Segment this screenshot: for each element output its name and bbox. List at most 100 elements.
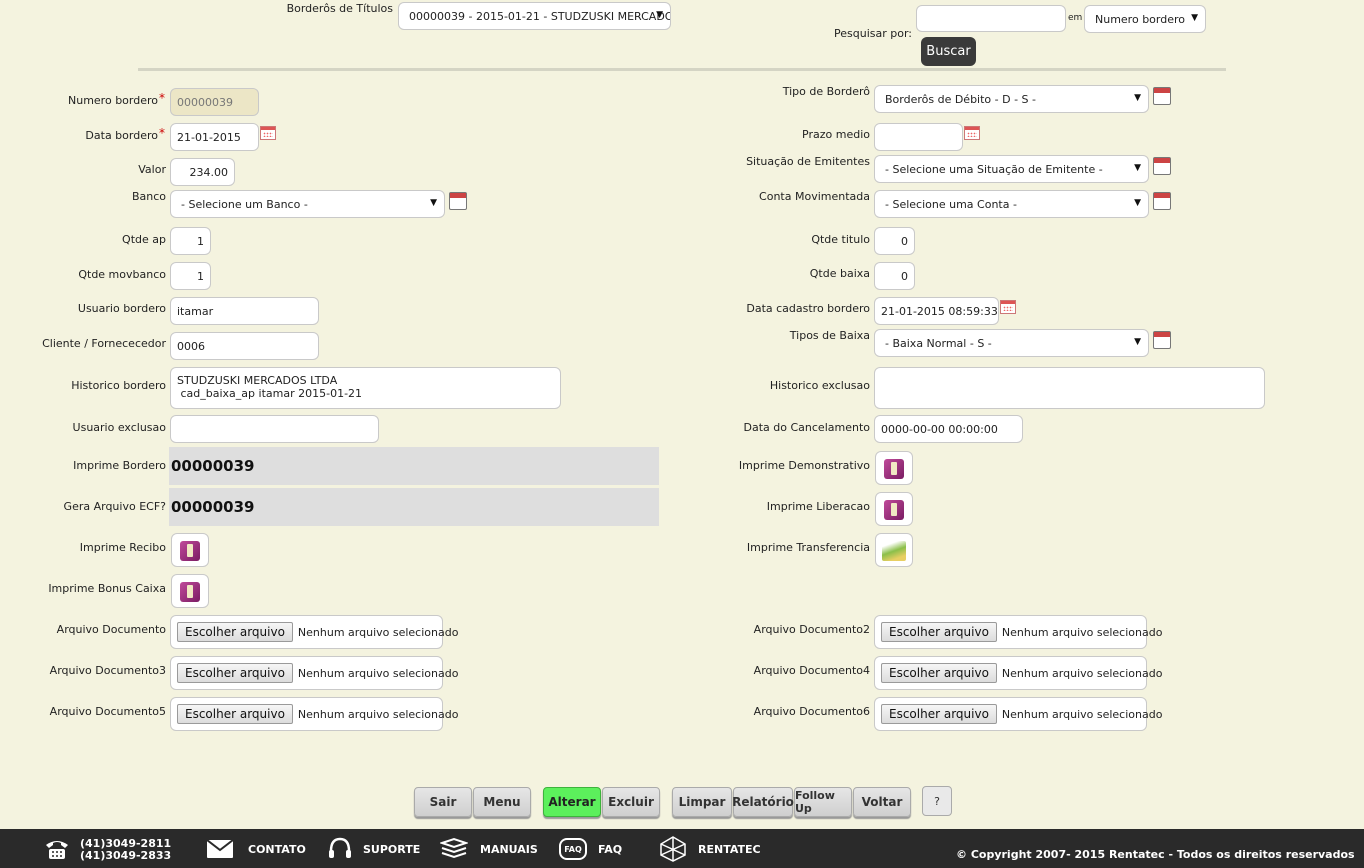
calendar-icon[interactable] xyxy=(1000,300,1016,314)
tipo-bordero-value: Borderôs de Débito - D - S - xyxy=(885,92,1037,106)
arquivo-documento4-input[interactable]: Escolher arquivo Nenhum arquivo selecion… xyxy=(874,656,1162,690)
conta-movimentada-select[interactable]: - Selecione uma Conta - ▼ xyxy=(874,190,1149,218)
pesquisar-label: Pesquisar por: xyxy=(834,27,912,40)
prazo-medio-label: Prazo medio xyxy=(802,128,870,141)
no-file-text: Nenhum arquivo selecionado xyxy=(297,666,459,680)
choose-file-button[interactable]: Escolher arquivo xyxy=(881,663,997,683)
chevron-down-icon: ▼ xyxy=(1134,93,1141,103)
valor-field[interactable]: 234.00 xyxy=(170,158,235,186)
situacao-emitentes-select[interactable]: - Selecione uma Situação de Emitente - ▼ xyxy=(874,155,1149,183)
follow-up-button[interactable]: Follow Up xyxy=(794,787,852,817)
imprime-bordero-value: 00000039 xyxy=(171,457,255,475)
qtde-titulo-label: Qtde titulo xyxy=(811,233,870,246)
alterar-button[interactable]: Alterar xyxy=(543,787,601,817)
limpar-button[interactable]: Limpar xyxy=(672,787,732,817)
suporte-link[interactable]: SUPORTE xyxy=(363,843,420,856)
conta-movimentada-label: Conta Movimentada xyxy=(759,190,870,203)
chevron-down-icon: ▼ xyxy=(430,198,437,208)
qtde-movbanco-field[interactable]: 1 xyxy=(170,262,211,290)
chevron-down-icon: ▼ xyxy=(1191,13,1198,23)
required-mark: * xyxy=(159,91,165,105)
imprime-bonus-caixa-label: Imprime Bonus Caixa xyxy=(48,582,166,595)
choose-file-button[interactable]: Escolher arquivo xyxy=(177,622,293,642)
usuario-bordero-label: Usuario bordero xyxy=(77,302,166,315)
imprime-bordero-link[interactable]: 00000039 xyxy=(169,447,659,485)
faq-link[interactable]: FAQ xyxy=(598,843,622,856)
tipos-baixa-select[interactable]: - Baixa Normal - S - ▼ xyxy=(874,329,1149,357)
choose-file-button[interactable]: Escolher arquivo xyxy=(177,663,293,683)
arquivo-documento2-input[interactable]: Escolher arquivo Nenhum arquivo selecion… xyxy=(874,615,1162,649)
register-icon[interactable] xyxy=(1153,87,1171,105)
historico-bordero-label: Historico bordero xyxy=(71,379,166,392)
imprime-recibo-button[interactable] xyxy=(171,533,209,567)
qtde-movbanco-label: Qtde movbanco xyxy=(78,268,166,281)
help-button[interactable]: ? xyxy=(922,786,952,816)
arquivo-documento3-input[interactable]: Escolher arquivo Nenhum arquivo selecion… xyxy=(170,656,458,690)
choose-file-button[interactable]: Escolher arquivo xyxy=(881,704,997,724)
imprime-demonstrativo-button[interactable] xyxy=(875,451,913,485)
choose-file-button[interactable]: Escolher arquivo xyxy=(177,704,293,724)
menu-button[interactable]: Menu xyxy=(473,787,531,817)
phone-icon xyxy=(46,841,68,859)
divider xyxy=(138,68,1226,71)
register-icon[interactable] xyxy=(1153,157,1171,175)
data-cadastro-field[interactable]: 21-01-2015 08:59:33 xyxy=(874,297,999,325)
register-icon[interactable] xyxy=(449,192,467,210)
banco-select-value: - Selecione um Banco - xyxy=(181,197,308,211)
required-mark: * xyxy=(159,126,165,140)
em-label: em xyxy=(1068,13,1083,23)
search-input[interactable] xyxy=(916,5,1066,32)
usuario-bordero-field[interactable]: itamar xyxy=(170,297,319,325)
gera-arquivo-ecf-value: 00000039 xyxy=(171,498,255,516)
historico-exclusao-textarea[interactable] xyxy=(874,367,1265,409)
calendar-icon[interactable] xyxy=(260,126,276,140)
buscar-button[interactable]: Buscar xyxy=(921,37,976,66)
choose-file-button[interactable]: Escolher arquivo xyxy=(881,622,997,642)
search-field-select[interactable]: Numero bordero ▼ xyxy=(1084,5,1206,33)
prazo-medio-field[interactable] xyxy=(874,123,963,151)
cliente-fornecedor-field[interactable]: 0006 xyxy=(170,332,319,360)
sair-button[interactable]: Sair xyxy=(414,787,472,817)
arquivo-documento5-input[interactable]: Escolher arquivo Nenhum arquivo selecion… xyxy=(170,697,458,731)
banco-select[interactable]: - Selecione um Banco - ▼ xyxy=(170,190,445,218)
voltar-button[interactable]: Voltar xyxy=(853,787,911,817)
data-bordero-field[interactable]: 21-01-2015 xyxy=(170,123,259,151)
tipos-baixa-value: - Baixa Normal - S - xyxy=(885,336,992,350)
arquivo-documento-input[interactable]: Escolher arquivo Nenhum arquivo selecion… xyxy=(170,615,458,649)
rentatec-logo-icon xyxy=(660,836,686,862)
qtde-ap-field[interactable]: 1 xyxy=(170,227,211,255)
borderos-select[interactable]: 00000039 - 2015-01-21 - STUDZUSKI MERCAD… xyxy=(398,2,671,30)
register-icon[interactable] xyxy=(1153,331,1171,349)
phone-2: (41)3049-2833 xyxy=(80,849,172,862)
imprime-transferencia-button[interactable] xyxy=(875,533,913,567)
qtde-baixa-field[interactable]: 0 xyxy=(874,262,915,290)
contato-link[interactable]: CONTATO xyxy=(248,843,306,856)
gera-arquivo-ecf-label: Gera Arquivo ECF? xyxy=(63,500,166,513)
situacao-emitentes-value: - Selecione uma Situação de Emitente - xyxy=(885,162,1103,176)
no-file-text: Nenhum arquivo selecionado xyxy=(1001,625,1163,639)
imprime-liberacao-button[interactable] xyxy=(875,492,913,526)
chevron-down-icon: ▼ xyxy=(1134,198,1141,208)
data-cancelamento-field[interactable]: 0000-00-00 00:00:00 xyxy=(874,415,1023,443)
numero-bordero-field: 00000039 xyxy=(170,88,259,116)
arquivo-documento6-label: Arquivo Documento6 xyxy=(753,705,870,718)
calendar-icon[interactable] xyxy=(964,126,980,140)
arquivo-documento6-input[interactable]: Escolher arquivo Nenhum arquivo selecion… xyxy=(874,697,1162,731)
rentatec-link[interactable]: RENTATEC xyxy=(698,843,761,856)
historico-bordero-textarea[interactable]: STUDZUSKI MERCADOS LTDA cad_baixa_ap ita… xyxy=(170,367,561,409)
manuais-link[interactable]: MANUAIS xyxy=(480,843,538,856)
no-file-text: Nenhum arquivo selecionado xyxy=(297,625,459,639)
relatorio-button[interactable]: Relatório xyxy=(732,787,794,817)
gera-arquivo-ecf-link[interactable]: 00000039 xyxy=(169,488,659,526)
qtde-titulo-field[interactable]: 0 xyxy=(874,227,915,255)
cliente-fornecedor-label: Cliente / Fornececedor xyxy=(42,337,166,350)
excluir-button[interactable]: Excluir xyxy=(602,787,660,817)
register-icon[interactable] xyxy=(1153,192,1171,210)
tipo-bordero-select[interactable]: Borderôs de Débito - D - S - ▼ xyxy=(874,85,1149,113)
imprime-transferencia-label: Imprime Transferencia xyxy=(746,541,870,554)
chevron-down-icon: ▼ xyxy=(1134,163,1141,173)
usuario-exclusao-field[interactable] xyxy=(170,415,379,443)
imprime-bonus-caixa-button[interactable] xyxy=(171,574,209,608)
usuario-exclusao-label: Usuario exclusao xyxy=(72,421,166,434)
numero-bordero-label: Numero bordero xyxy=(68,94,158,107)
